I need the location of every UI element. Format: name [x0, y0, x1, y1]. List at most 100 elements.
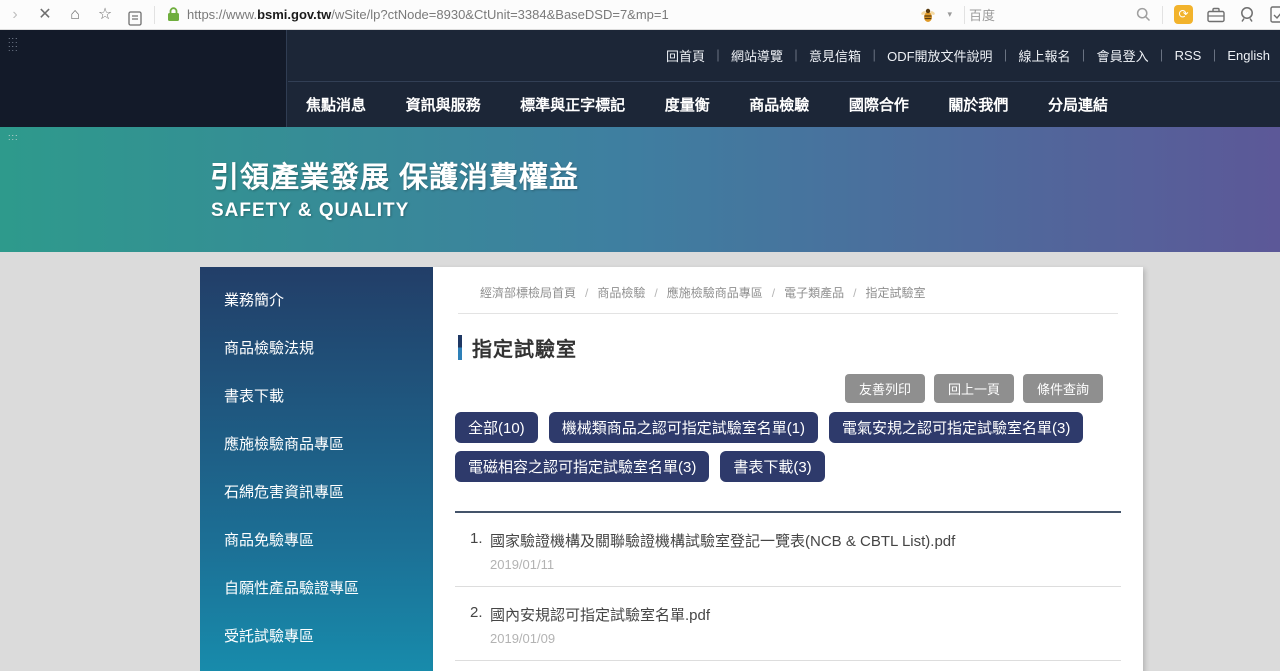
breadcrumb-home[interactable]: 經濟部標檢局首頁 [480, 284, 576, 301]
page-title: 指定試驗室 [472, 333, 577, 362]
utility-separator: ｜ [1078, 47, 1090, 64]
sidebar-item-voluntary[interactable]: 自願性產品驗證專區 [200, 564, 433, 612]
main-nav: 焦點消息 資訊與服務 標準與正字標記 度量衡 商品檢驗 國際合作 關於我們 分局… [288, 82, 1280, 126]
forward-icon[interactable]: › [0, 0, 30, 30]
sync-extension-icon[interactable]: ⟳ [1174, 5, 1193, 24]
sidebar: 業務簡介 商品檢驗法規 書表下載 應施檢驗商品專區 石綿危害資訊專區 商品免驗專… [200, 267, 433, 671]
utility-separator: ｜ [1208, 47, 1220, 64]
document-link[interactable]: 國內安規認可指定試驗室名單.pdf [490, 604, 710, 625]
nav-item-metrology[interactable]: 度量衡 [665, 94, 710, 115]
browser-right-tools: ▾ 百度 ⟳ [913, 5, 1280, 24]
utility-link-home[interactable]: 回首頁 [666, 46, 705, 65]
breadcrumb-separator: / [772, 286, 775, 300]
filter-mechanical-button[interactable]: 機械類商品之認可指定試驗室名單(1) [549, 412, 818, 443]
utility-separator: ｜ [790, 47, 802, 64]
hero-banner: ::: 引領產業發展 保護消費權益 SAFETY & QUALITY [0, 127, 1280, 252]
filter-forms-button[interactable]: 書表下載(3) [720, 451, 824, 482]
utility-link-english[interactable]: English [1227, 48, 1270, 63]
list-item: 2. 國內安規認可指定試驗室名單.pdf 2019/01/09 [455, 587, 1121, 661]
utility-link-rss[interactable]: RSS [1175, 48, 1202, 63]
filter-all-button[interactable]: 全部(10) [455, 412, 538, 443]
utility-separator: ｜ [868, 47, 880, 64]
utility-link-sitemap[interactable]: 網站導覽 [731, 46, 783, 65]
utility-separator: ｜ [712, 47, 724, 64]
home-icon[interactable]: ⌂ [60, 0, 90, 30]
nav-item-news[interactable]: 焦點消息 [306, 94, 366, 115]
breadcrumb-current[interactable]: 指定試驗室 [865, 284, 925, 301]
url-text: https://www.bsmi.gov.tw/wSite/lp?ctNode=… [187, 7, 669, 22]
search-divider [964, 6, 965, 24]
sidebar-item-regulations[interactable]: 商品檢驗法規 [200, 324, 433, 372]
page-body: 業務簡介 商品檢驗法規 書表下載 應施檢驗商品專區 石綿危害資訊專區 商品免驗專… [0, 252, 1280, 671]
utility-link-feedback[interactable]: 意見信箱 [809, 46, 861, 65]
sidebar-item-marking[interactable]: 商品檢驗標識專區 [200, 660, 433, 671]
breadcrumb-electronics[interactable]: 電子類產品 [784, 284, 844, 301]
document-date: 2019/01/09 [490, 631, 1121, 646]
list-item: 1. 國家驗證機構及關聯驗證機構試驗室登記一覽表(NCB & CBTL List… [455, 513, 1121, 587]
bee-extension-icon[interactable] [920, 7, 936, 23]
breadcrumb-separator: / [654, 286, 657, 300]
screen: › ✕ ⌂ ☆ https://www.bsmi.gov.tw/wSite/lp… [0, 0, 1280, 671]
page-check-icon[interactable] [1270, 6, 1280, 23]
banner-subtitle: SAFETY & QUALITY [211, 200, 409, 222]
nav-item-international[interactable]: 國際合作 [849, 94, 909, 115]
bookmark-star-icon[interactable]: ☆ [90, 0, 120, 30]
search-icon[interactable] [1136, 7, 1151, 22]
search-criteria-button[interactable]: 條件查詢 [1023, 374, 1103, 403]
nav-item-info-services[interactable]: 資訊與服務 [406, 94, 481, 115]
accessibility-anchor: ::: [8, 132, 19, 142]
document-list: 1. 國家驗證機構及關聯驗證機構試驗室登記一覽表(NCB & CBTL List… [455, 513, 1121, 671]
utility-separator: ｜ [1156, 47, 1168, 64]
sidebar-item-asbestos[interactable]: 石綿危害資訊專區 [200, 468, 433, 516]
breadcrumb: 經濟部標檢局首頁 / 商品檢驗 / 應施檢驗商品專區 / 電子類產品 / 指定試驗室 [458, 267, 1118, 314]
nav-item-inspection[interactable]: 商品檢驗 [749, 94, 809, 115]
breadcrumb-inspection[interactable]: 商品檢驗 [597, 284, 645, 301]
utility-link-register[interactable]: 線上報名 [1019, 46, 1071, 65]
reading-list-icon[interactable] [120, 4, 150, 26]
search-input[interactable]: 百度 [969, 5, 1129, 24]
sidebar-item-intro[interactable]: 業務簡介 [200, 276, 433, 324]
accessibility-anchor: ::: [8, 36, 286, 44]
filter-electrical-safety-button[interactable]: 電氣安規之認可指定試驗室名單(3) [829, 412, 1083, 443]
stop-icon[interactable]: ✕ [30, 0, 60, 30]
briefcase-icon[interactable] [1207, 7, 1225, 23]
https-lock-icon [167, 7, 180, 22]
header-right: 回首頁｜ 網站導覽｜ 意見信箱｜ ODF開放文件說明｜ 線上報名｜ 會員登入｜ … [288, 30, 1280, 127]
print-friendly-button[interactable]: 友善列印 [845, 374, 925, 403]
nav-item-about[interactable]: 關於我們 [948, 94, 1008, 115]
utility-link-login[interactable]: 會員登入 [1097, 46, 1149, 65]
tools-divider [1162, 6, 1163, 24]
banner-title: 引領產業發展 保護消費權益 [210, 154, 579, 196]
sidebar-item-exemption[interactable]: 商品免驗專區 [200, 516, 433, 564]
site-logo[interactable]: ::: ::: [0, 30, 287, 127]
site-header: ::: ::: 回首頁 ｜ 網站導覽 ｜ 意見信箱 ｜ ODF開放文件說明 ｜ 線上報名… [0, 30, 1280, 127]
breadcrumb-zone[interactable]: 應施檢驗商品專區 [667, 284, 763, 301]
sidebar-item-forms[interactable]: 書表下載 [200, 372, 433, 420]
document-link[interactable]: 國家驗證機構及關聯驗證機構試驗室登記一覽表(NCB & CBTL List).p… [490, 530, 955, 551]
main-content: 經濟部標檢局首頁 / 商品檢驗 / 應施檢驗商品專區 / 電子類產品 / 指定試驗室 指… [433, 267, 1143, 671]
list-item: 3. 國外電磁相容指定試驗室名單.pdf 2018/12/19 [455, 661, 1121, 671]
sidebar-item-entrusted-test[interactable]: 受託試驗專區 [200, 612, 433, 660]
back-button[interactable]: 回上一頁 [934, 374, 1014, 403]
nav-item-standards[interactable]: 標準與正字標記 [520, 94, 625, 115]
category-filters: 全部(10) 機械類商品之認可指定試驗室名單(1) 電氣安規之認可指定試驗室名單… [455, 412, 1121, 482]
title-accent-bar [458, 335, 462, 360]
accessibility-anchor: ::: [8, 44, 286, 52]
sidebar-item-inspection-zone[interactable]: 應施檢驗商品專區 [200, 420, 433, 468]
zoom-lens-icon[interactable] [1239, 6, 1256, 23]
filter-emc-button[interactable]: 電磁相容之認可指定試驗室名單(3) [455, 451, 709, 482]
breadcrumb-separator: / [585, 286, 588, 300]
page-title-row: 指定試驗室 [458, 333, 1143, 362]
nav-item-branches[interactable]: 分局連結 [1048, 94, 1108, 115]
breadcrumb-separator: / [853, 286, 856, 300]
document-line: 1. 國家驗證機構及關聯驗證機構試驗室登記一覽表(NCB & CBTL List… [455, 530, 1121, 551]
browser-toolbar: › ✕ ⌂ ☆ https://www.bsmi.gov.tw/wSite/lp… [0, 0, 1280, 30]
chevron-down-icon[interactable]: ▾ [947, 9, 952, 20]
document-number: 2. [470, 604, 490, 625]
utility-nav: 回首頁｜ 網站導覽｜ 意見信箱｜ ODF開放文件說明｜ 線上報名｜ 會員登入｜ … [288, 30, 1280, 82]
address-bar[interactable]: https://www.bsmi.gov.tw/wSite/lp?ctNode=… [159, 7, 749, 22]
utility-link-odf[interactable]: ODF開放文件說明 [887, 46, 992, 65]
document-date: 2019/01/11 [490, 557, 1121, 572]
utility-separator: ｜ [1000, 47, 1012, 64]
document-line: 2. 國內安規認可指定試驗室名單.pdf [455, 604, 1121, 625]
